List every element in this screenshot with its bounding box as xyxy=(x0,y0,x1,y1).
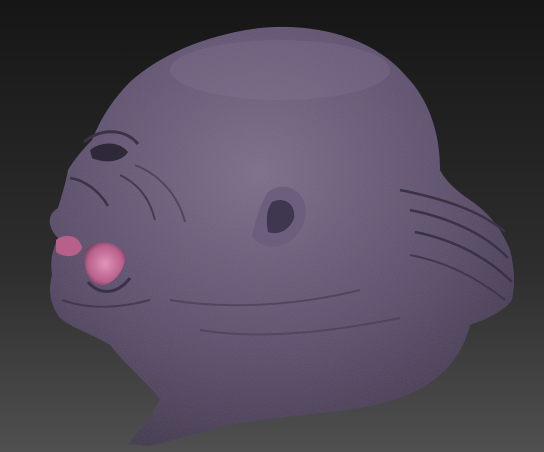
sculpt-render xyxy=(0,0,544,452)
3d-viewport[interactable] xyxy=(0,0,544,452)
cranium-highlight xyxy=(170,40,390,100)
